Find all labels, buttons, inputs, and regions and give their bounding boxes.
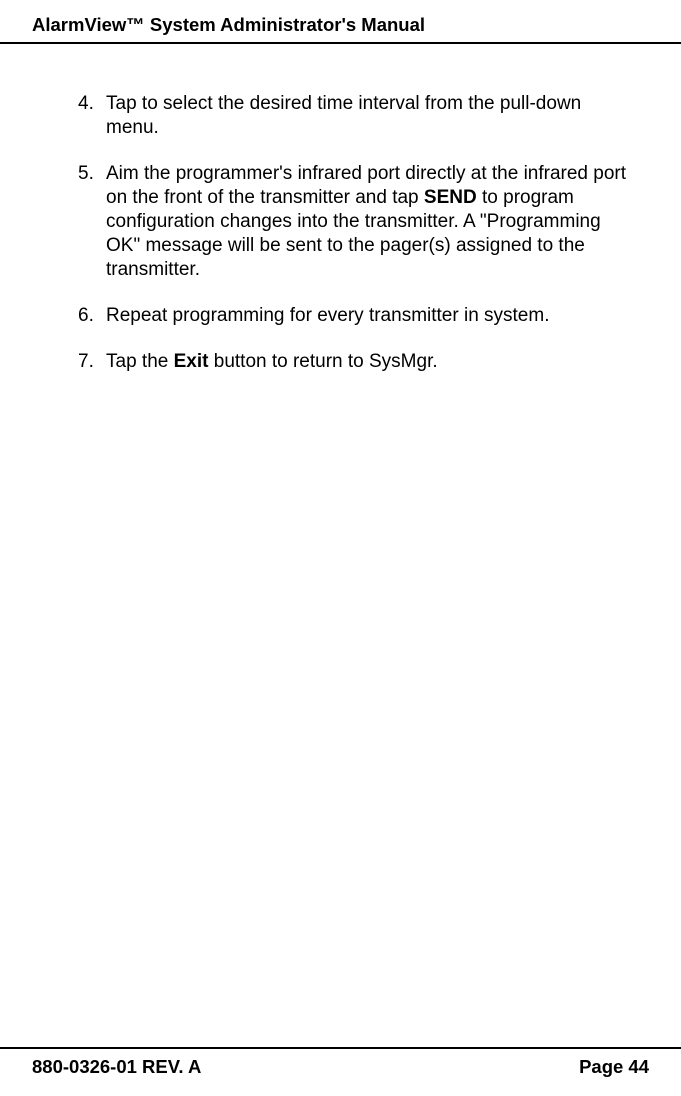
list-number: 4. xyxy=(58,92,106,140)
text-run: button to return to SysMgr. xyxy=(208,351,437,372)
footer-left: 880-0326-01 REV. A xyxy=(32,1056,201,1078)
header-title: AlarmView™ System Administrator's Manual xyxy=(32,14,649,36)
list-body: Tap the Exit button to return to SysMgr. xyxy=(106,350,631,374)
list-item: 4. Tap to select the desired time interv… xyxy=(58,92,631,140)
text-run: Repeat programming for every transmitter… xyxy=(106,305,550,326)
list-item: 5. Aim the programmer's infrared port di… xyxy=(58,162,631,282)
page-footer: 880-0326-01 REV. A Page 44 xyxy=(0,1047,681,1078)
list-item: 6. Repeat programming for every transmit… xyxy=(58,304,631,328)
footer-right: Page 44 xyxy=(579,1056,649,1078)
page-content: 4. Tap to select the desired time interv… xyxy=(0,44,681,373)
text-run: Tap to select the desired time interval … xyxy=(106,93,581,138)
text-run-bold: SEND xyxy=(424,187,477,208)
list-item: 7. Tap the Exit button to return to SysM… xyxy=(58,350,631,374)
list-body: Tap to select the desired time interval … xyxy=(106,92,631,140)
list-number: 7. xyxy=(58,350,106,374)
list-body: Aim the programmer's infrared port direc… xyxy=(106,162,631,282)
text-run-bold: Exit xyxy=(174,351,209,372)
text-run: Tap the xyxy=(106,351,174,372)
list-body: Repeat programming for every transmitter… xyxy=(106,304,631,328)
page-header: AlarmView™ System Administrator's Manual xyxy=(0,0,681,44)
list-number: 5. xyxy=(58,162,106,282)
list-number: 6. xyxy=(58,304,106,328)
